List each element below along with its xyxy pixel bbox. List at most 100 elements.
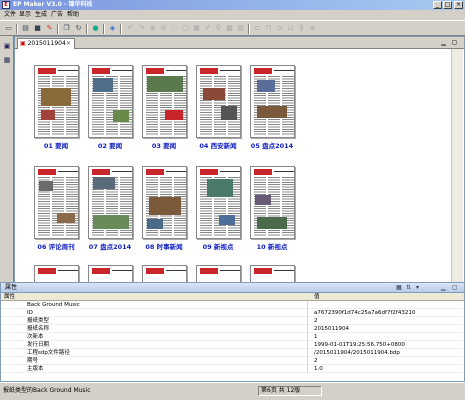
masthead — [37, 68, 78, 74]
col-value: 值 — [314, 294, 320, 300]
property-row[interactable]: ID a7672390f1d74c25a7a6df7f2f43210 — [1, 309, 464, 317]
column-divider — [307, 301, 308, 309]
table-icon[interactable]: ▤ — [236, 24, 245, 33]
property-row[interactable]: 期号 2 — [1, 357, 464, 365]
property-value[interactable]: 1.0 — [314, 365, 323, 373]
text-column — [66, 177, 78, 237]
open-icon[interactable]: ▤ — [21, 24, 30, 33]
properties-title: 属性 — [5, 284, 18, 291]
undo-icon[interactable]: ↶ — [126, 24, 135, 33]
page-label[interactable]: 04 西安新闻 — [188, 140, 248, 150]
new-icon[interactable]: ▭ — [4, 24, 13, 33]
property-row[interactable]: 主版本 1.0 — [1, 365, 464, 373]
property-value[interactable]: 1999-01-01T19:25:56.750+0800 — [314, 341, 405, 349]
property-row[interactable]: 报纸类型 2 — [1, 317, 464, 325]
close-tab-icon[interactable]: × — [66, 39, 71, 49]
page-photo — [257, 106, 287, 118]
toolbar-separator — [16, 24, 18, 34]
property-key: 报纸名称 — [27, 326, 50, 332]
pages-icon[interactable]: ▦ — [3, 56, 11, 64]
minimize-panel-icon[interactable]: ▁ — [441, 284, 446, 292]
maximize-editor-icon[interactable]: ▢ — [451, 39, 458, 46]
menu-view[interactable]: 显示 — [19, 11, 31, 19]
app-icon: E — [2, 1, 10, 9]
page-label[interactable]: 05 盘点2014 — [242, 140, 302, 150]
page-label[interactable]: 09 新视点 — [188, 241, 248, 251]
page-label[interactable]: 02 要闻 — [80, 140, 140, 150]
distribute-icon[interactable]: ⫼ — [297, 24, 306, 33]
property-row[interactable]: 工程sdp文件路径/2015011904/2015011904.bdp — [1, 349, 464, 357]
align-center-icon[interactable]: ⊓ — [264, 24, 273, 33]
refresh-icon[interactable]: ↻ — [74, 24, 83, 33]
rect-icon[interactable]: ▢ — [181, 24, 190, 33]
page-thumbnail[interactable] — [88, 65, 133, 138]
sort-icon[interactable]: ⇅ — [406, 284, 411, 292]
copy-icon[interactable]: ❐ — [62, 24, 71, 33]
page-photo — [147, 219, 163, 229]
page-label[interactable]: 06 评论周刊 — [26, 241, 86, 251]
categories-icon[interactable]: ▦ — [396, 284, 402, 292]
link-icon[interactable]: ⚲ — [214, 24, 223, 33]
page-label[interactable]: 08 时事新闻 — [134, 241, 194, 251]
align-left-icon[interactable]: ⊏ — [253, 24, 262, 33]
menu-file[interactable]: 文件 — [4, 11, 16, 19]
property-key: 次新本 — [27, 334, 44, 340]
page-label[interactable]: 03 要闻 — [134, 140, 194, 150]
masthead — [91, 169, 132, 175]
filter-icon[interactable]: ▾ — [416, 284, 419, 292]
page-thumbnail[interactable] — [142, 65, 187, 138]
pen-icon[interactable]: ✐ — [203, 24, 212, 33]
globe-icon[interactable]: ● — [91, 24, 100, 33]
preview-icon[interactable]: ◈ — [108, 24, 117, 33]
same-size-icon[interactable]: ⧈ — [308, 24, 317, 33]
menu-ads[interactable]: 广告 — [51, 11, 63, 19]
property-row[interactable]: 报纸名称 2015011904 — [1, 325, 464, 333]
property-value[interactable]: a7672390f1d74c25a7a6df7f2f43210 — [314, 309, 415, 317]
property-key: 工程sdp文件路径 — [27, 350, 70, 356]
tab-label: 2015011904 — [27, 40, 66, 47]
page-photo — [257, 80, 275, 92]
property-value[interactable]: 2 — [314, 317, 318, 325]
property-value[interactable]: 2015011904 — [314, 325, 349, 333]
page-thumbnail[interactable] — [196, 65, 241, 138]
redo-icon[interactable]: ↷ — [137, 24, 146, 33]
grid-icon[interactable]: ▩ — [225, 24, 234, 33]
menu-help[interactable]: 帮助 — [67, 11, 79, 19]
page-thumbnail[interactable] — [250, 166, 295, 239]
page-photo — [113, 110, 129, 122]
page-thumbnail[interactable] — [34, 166, 79, 239]
minimize-button[interactable]: _ — [433, 1, 442, 9]
masthead — [145, 169, 186, 175]
property-value[interactable]: /2015011904/2015011904.bdp — [314, 349, 400, 357]
maximize-panel-icon[interactable]: ▢ — [452, 284, 458, 292]
property-value[interactable]: 2 — [314, 357, 318, 365]
close-window-button[interactable]: × — [454, 1, 463, 9]
menu-generate[interactable]: 生成 — [35, 11, 47, 19]
align-right-icon[interactable]: ⊐ — [275, 24, 284, 33]
minimize-editor-icon[interactable]: ▁ — [440, 39, 447, 46]
property-row[interactable]: 发行日期 1999-01-01T19:25:56.750+0800 — [1, 341, 464, 349]
page-thumbnail[interactable] — [250, 65, 295, 138]
zoom-in-icon[interactable]: ⊕ — [148, 24, 157, 33]
property-row[interactable]: Back Ground Music — [1, 301, 464, 309]
outline-icon[interactable]: ▣ — [3, 42, 11, 50]
save-icon[interactable]: ■ — [33, 24, 42, 33]
property-value[interactable]: 1 — [314, 333, 318, 341]
tab-2015011904[interactable]: ▣ 2015011904 × — [17, 38, 75, 49]
page-photo — [149, 197, 181, 215]
maximize-button[interactable]: □ — [443, 1, 452, 9]
layer-icon[interactable]: ▦ — [192, 24, 201, 33]
align-top-icon[interactable]: ⊔ — [286, 24, 295, 33]
page-thumbnail[interactable] — [88, 166, 133, 239]
page-thumbnail[interactable] — [142, 166, 187, 239]
zoom-out-icon[interactable]: ⊖ — [159, 24, 168, 33]
page-label[interactable]: 10 新视点 — [242, 241, 302, 251]
property-row[interactable]: 次新本 1 — [1, 333, 464, 341]
edit-icon[interactable]: ✎ — [45, 24, 54, 33]
page-thumbnail[interactable] — [196, 166, 241, 239]
page-label[interactable]: 07 盘点2014 — [80, 241, 140, 251]
page-label[interactable]: 01 要闻 — [26, 140, 86, 150]
select-icon[interactable]: ⬚ — [170, 24, 179, 33]
editor-scrollbar[interactable] — [451, 49, 463, 282]
page-thumbnail[interactable] — [34, 65, 79, 138]
